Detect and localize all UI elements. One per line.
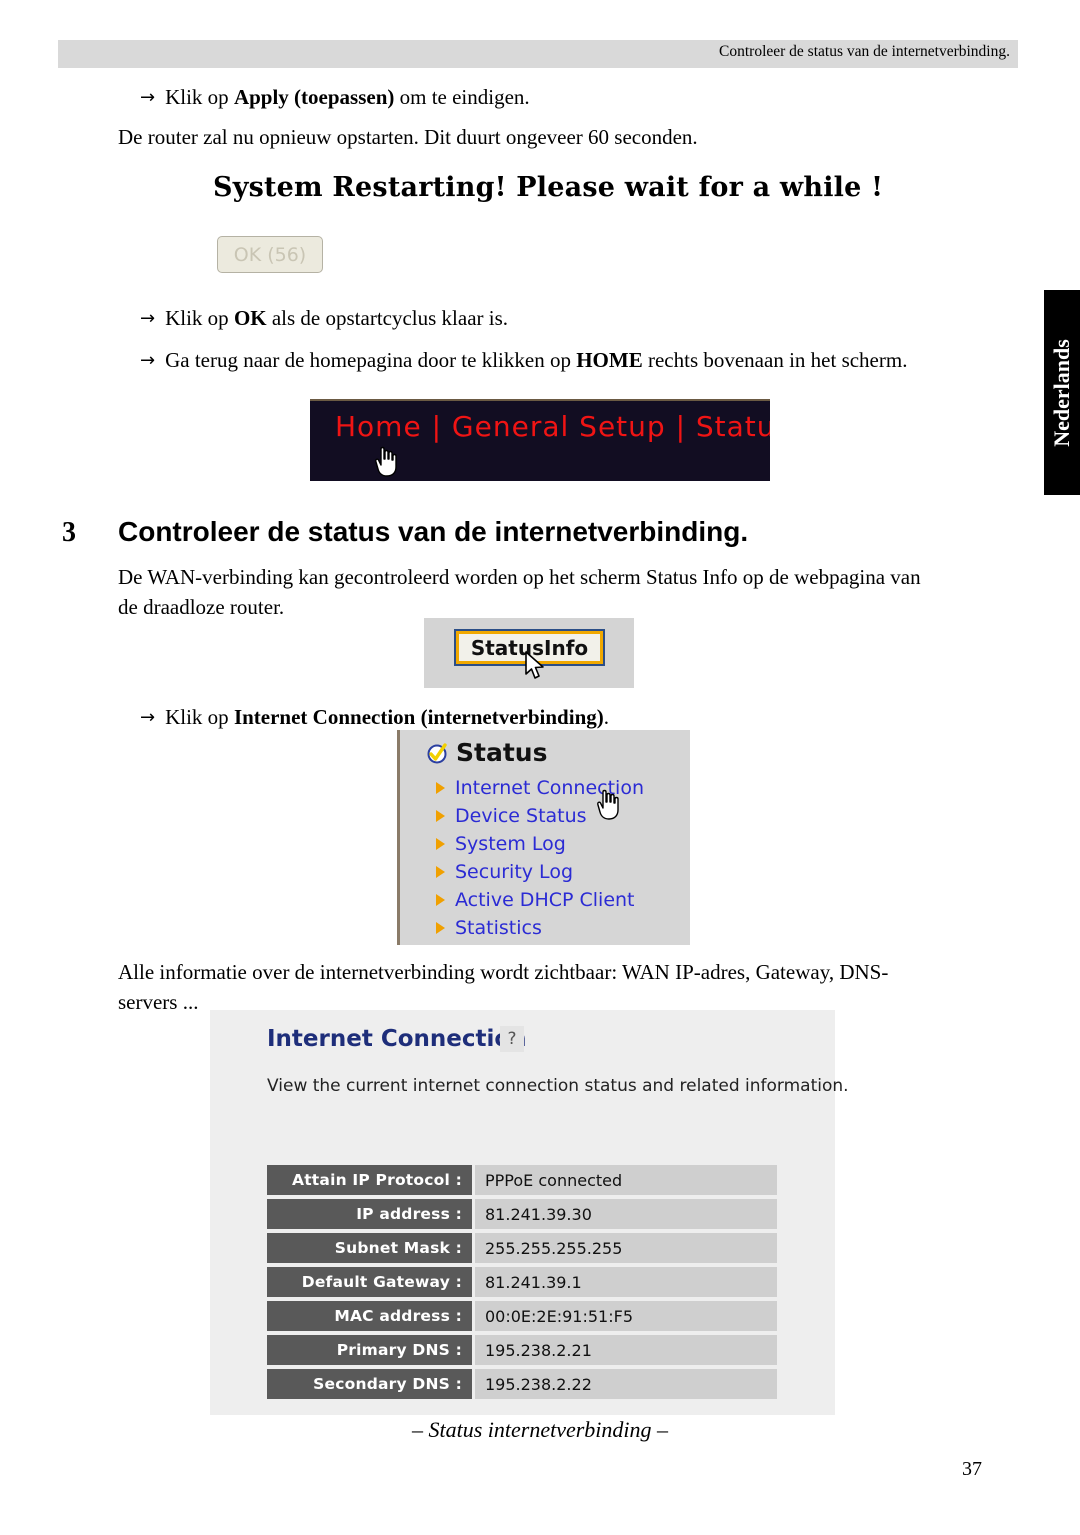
triangle-bullet-icon <box>436 866 445 878</box>
internet-connection-screenshot: Internet Connection ? View the current i… <box>210 1010 849 1415</box>
arrow-cursor-icon <box>524 651 546 681</box>
row-value: 00:0E:2E:91:51:F5 <box>475 1301 777 1331</box>
running-header-band: Controleer de status van de internetverb… <box>58 40 1018 68</box>
arrow-icon: → <box>140 707 156 728</box>
page-title: Controleer de status van de internetverb… <box>118 516 749 547</box>
check-circle-icon <box>426 742 448 764</box>
running-header-text: Controleer de status van de internetverb… <box>719 43 1010 60</box>
table-row: Secondary DNS : 195.238.2.22 <box>267 1369 777 1399</box>
row-value: 81.241.39.30 <box>475 1199 777 1229</box>
row-label: Attain IP Protocol : <box>267 1165 472 1195</box>
language-side-tab: Nederlands <box>1044 290 1080 495</box>
row-label: Primary DNS : <box>267 1335 472 1365</box>
status-menu-item-security-log[interactable]: Security Log <box>436 858 644 886</box>
status-menu-title: Status <box>456 738 548 767</box>
paragraph-info-line-1: Alle informatie over de internetverbindi… <box>118 960 889 984</box>
table-row: IP address : 81.241.39.30 <box>267 1199 777 1229</box>
row-label: Secondary DNS : <box>267 1369 472 1399</box>
instruction-ok-suffix: als de opstartcyclus klaar is. <box>266 306 509 330</box>
row-label: Default Gateway : <box>267 1267 472 1297</box>
router-nav-links[interactable]: Home | General Setup | Status | Tool | <box>335 410 770 443</box>
row-value: 81.241.39.1 <box>475 1267 777 1297</box>
instruction-apply-prefix: Klik op <box>165 85 234 109</box>
row-value: 255.255.255.255 <box>475 1233 777 1263</box>
status-menu-item-label: Active DHCP Client <box>455 889 635 911</box>
status-menu-screenshot: Status Internet Connection Device Status… <box>397 730 690 945</box>
arrow-icon: → <box>140 350 156 371</box>
hand-cursor-icon <box>373 445 399 477</box>
instruction-ok: → Klik op OK als de opstartcyclus klaar i… <box>140 303 508 334</box>
instruction-ic-bold: Internet Connection (internetverbinding) <box>233 705 604 729</box>
internet-connection-title: Internet Connection <box>267 1026 527 1052</box>
triangle-bullet-icon <box>436 894 445 906</box>
ok-countdown-button[interactable]: OK (56) <box>217 236 323 273</box>
language-side-tab-label: Nederlands <box>1049 338 1074 447</box>
status-menu-item-label: System Log <box>455 833 566 855</box>
instruction-apply: → Klik op Apply (toepassen) om te eindige… <box>140 82 530 113</box>
arrow-icon: → <box>140 87 156 108</box>
table-row: Primary DNS : 195.238.2.21 <box>267 1335 777 1365</box>
status-menu-item-label: Security Log <box>455 861 573 883</box>
triangle-bullet-icon <box>436 782 445 794</box>
heading-intro-line-1: De WAN-verbinding kan gecontroleerd word… <box>118 565 921 589</box>
instruction-ok-prefix: Klik op <box>165 306 234 330</box>
row-label: IP address : <box>267 1199 472 1229</box>
instruction-home-suffix: rechts bovenaan in het scherm. <box>642 348 908 372</box>
instruction-home-prefix: Ga terug naar de homepagina door te klik… <box>165 348 577 372</box>
instruction-internet-connection: → Klik op Internet Connection (internetve… <box>140 702 609 733</box>
help-icon[interactable]: ? <box>500 1026 524 1052</box>
internet-connection-description: View the current internet connection sta… <box>267 1076 849 1096</box>
status-menu-item-statistics[interactable]: Statistics <box>436 914 644 942</box>
row-label: MAC address : <box>267 1301 472 1331</box>
restart-screenshot-title: System Restarting! Please wait for a whi… <box>213 172 884 203</box>
router-nav-screenshot: Home | General Setup | Status | Tool | <box>310 399 770 481</box>
status-menu-item-label: Device Status <box>455 805 587 827</box>
instruction-home-bold: HOME <box>576 348 643 372</box>
instruction-home: → Ga terug naar de homepagina door te kli… <box>140 345 907 376</box>
row-label: Subnet Mask : <box>267 1233 472 1263</box>
instruction-ic-prefix: Klik op <box>165 705 234 729</box>
table-row: MAC address : 00:0E:2E:91:51:F5 <box>267 1301 777 1331</box>
table-row: Default Gateway : 81.241.39.1 <box>267 1267 777 1297</box>
figure-caption: – Status internetverbinding – <box>411 1417 669 1442</box>
instruction-ok-bold: OK <box>233 306 267 330</box>
heading-number: 3 <box>62 517 76 548</box>
row-value: PPPoE connected <box>475 1165 777 1195</box>
instruction-ic-suffix: . <box>603 705 609 729</box>
triangle-bullet-icon <box>436 922 445 934</box>
status-menu-item-active-dhcp-client[interactable]: Active DHCP Client <box>436 886 644 914</box>
statusinfo-screenshot: StatusInfo <box>424 618 634 688</box>
table-row: Attain IP Protocol : PPPoE connected <box>267 1165 777 1195</box>
row-value: 195.238.2.21 <box>475 1335 777 1365</box>
hand-cursor-icon <box>595 788 621 820</box>
arrow-icon: → <box>140 308 156 329</box>
triangle-bullet-icon <box>436 810 445 822</box>
status-menu-header: Status <box>426 738 547 767</box>
page-number: 37 <box>962 1458 982 1480</box>
instruction-apply-bold: Apply (toepassen) <box>233 85 395 109</box>
status-menu-item-system-log[interactable]: System Log <box>436 830 644 858</box>
triangle-bullet-icon <box>436 838 445 850</box>
internet-connection-table: Attain IP Protocol : PPPoE connected IP … <box>267 1165 777 1403</box>
instruction-apply-suffix: om te eindigen. <box>394 85 530 109</box>
paragraph-reboot: De router zal nu opnieuw opstarten. Dit … <box>118 125 698 149</box>
status-menu-item-label: Statistics <box>455 917 542 939</box>
table-row: Subnet Mask : 255.255.255.255 <box>267 1233 777 1263</box>
row-value: 195.238.2.22 <box>475 1369 777 1399</box>
